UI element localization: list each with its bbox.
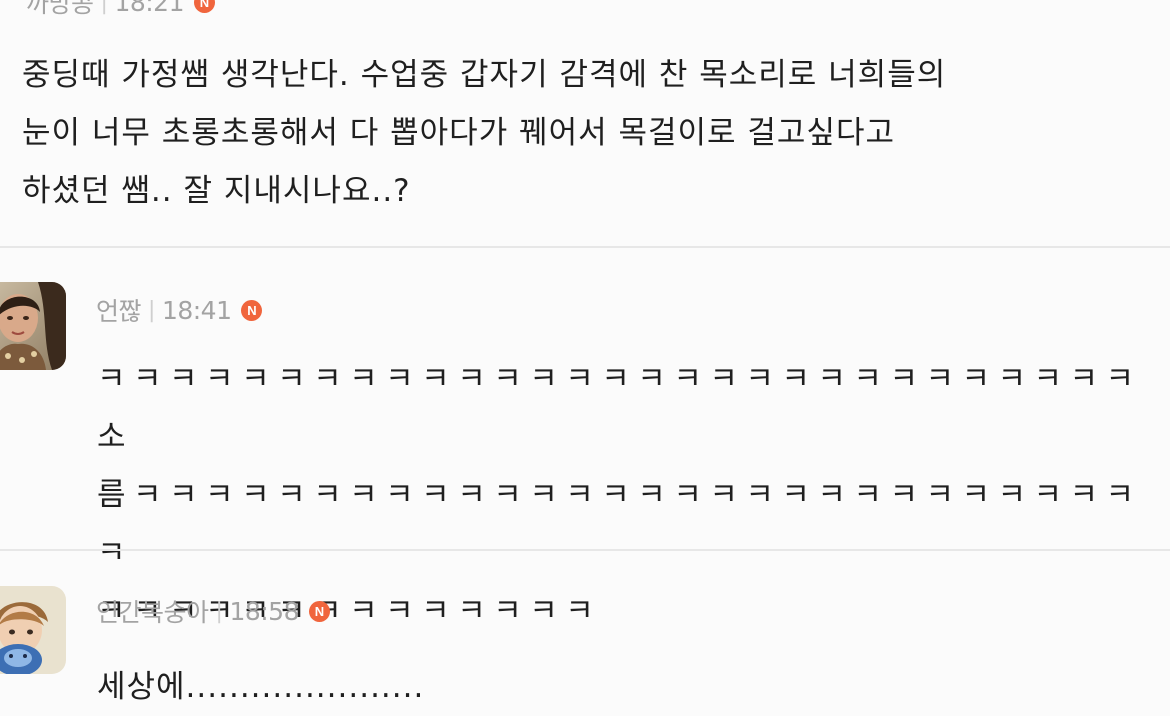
new-badge-icon: N: [193, 0, 215, 13]
new-badge-icon: N: [241, 299, 263, 321]
comment-meta: 언짢 | 18:41 N: [96, 292, 263, 328]
avatar[interactable]: [0, 586, 66, 674]
comment-time: 18:58: [229, 596, 299, 626]
avatar-photo-icon: [0, 586, 66, 674]
comment-meta: 인간복숭아 | 18:58 N: [96, 593, 330, 629]
avatar[interactable]: [0, 282, 66, 370]
comment-time: 18:41: [161, 295, 232, 325]
comment-author[interactable]: 까망콩: [26, 0, 94, 20]
comment-meta: 까망콩 | 18:21 N: [26, 0, 215, 20]
comment-text: 세상에......................: [97, 669, 425, 705]
comment-time: 18:21: [114, 0, 184, 17]
meta-separator: |: [215, 598, 223, 624]
comment-divider: [0, 246, 1170, 248]
comment-divider: [0, 549, 1170, 551]
meta-separator: |: [100, 0, 108, 15]
avatar-photo-icon: [0, 282, 66, 370]
comment-author[interactable]: 인간복숭아: [96, 593, 209, 629]
meta-separator: |: [148, 297, 155, 323]
comment-author[interactable]: 언짢: [96, 292, 142, 328]
comment-text: 중딩때 가정쌤 생각난다. 수업중 갑자기 감격에 찬 목소리로 너희들의 눈이…: [22, 57, 947, 209]
new-badge-icon: N: [308, 600, 330, 622]
